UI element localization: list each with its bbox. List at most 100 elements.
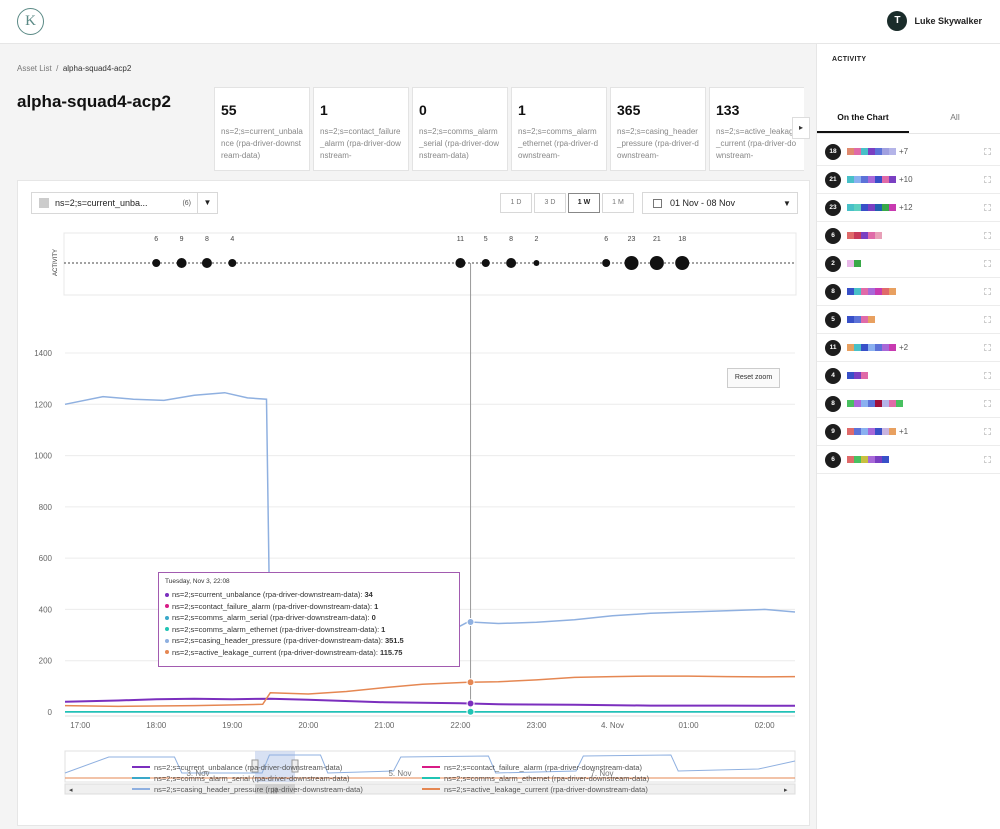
legend-item[interactable]: ns=2;s=contact_failure_alarm (rpa-driver… bbox=[422, 762, 702, 772]
series-swatch bbox=[875, 204, 882, 211]
activity-row[interactable]: 6 bbox=[817, 222, 1000, 250]
sidebar-tabs: On the Chart All bbox=[817, 112, 1000, 134]
series-swatch bbox=[854, 288, 861, 295]
x-tick-label: 22:00 bbox=[450, 721, 471, 730]
legend-swatch bbox=[422, 788, 440, 790]
activity-count-badge: 21 bbox=[825, 171, 841, 188]
expand-icon[interactable] bbox=[984, 232, 991, 239]
reset-zoom-button[interactable]: Reset zoom bbox=[727, 368, 780, 388]
expand-icon[interactable] bbox=[984, 204, 991, 211]
x-tick-label: 01:00 bbox=[679, 721, 700, 730]
expand-icon[interactable] bbox=[984, 260, 991, 267]
expand-icon[interactable] bbox=[984, 176, 991, 183]
legend-swatch bbox=[132, 766, 150, 768]
metric-card[interactable]: 365 ns=2;s=casing_header_pressure (rpa-dr… bbox=[610, 87, 706, 171]
legend-swatch bbox=[132, 777, 150, 779]
legend-item[interactable]: ns=2;s=casing_header_pressure (rpa-drive… bbox=[132, 784, 422, 794]
expand-icon[interactable] bbox=[984, 400, 991, 407]
activity-count-badge: 4 bbox=[825, 367, 841, 384]
activity-row[interactable]: 5 bbox=[817, 306, 1000, 334]
metric-card[interactable]: 0 ns=2;s=comms_alarm_serial (rpa-driver-d… bbox=[412, 87, 508, 171]
series-swatch bbox=[875, 176, 882, 183]
activity-row[interactable]: 23 +12 bbox=[817, 194, 1000, 222]
activity-marker-count: 4 bbox=[230, 236, 234, 243]
metric-value: 133 bbox=[716, 102, 740, 118]
metric-card[interactable]: 1 ns=2;s=comms_alarm_ethernet (rpa-driver… bbox=[511, 87, 607, 171]
legend-label: ns=2;s=contact_failure_alarm (rpa-driver… bbox=[444, 762, 643, 772]
series-swatch bbox=[868, 148, 875, 155]
metric-label: ns=2;s=comms_alarm_ethernet (rpa-driver-… bbox=[518, 127, 599, 160]
metric-card[interactable]: 1 ns=2;s=contact_failure_alarm (rpa-drive… bbox=[313, 87, 409, 171]
metric-card[interactable]: 133 ns=2;s=active_leakage_current (rpa-dr… bbox=[709, 87, 804, 171]
legend-item[interactable]: ns=2;s=active_leakage_current (rpa-drive… bbox=[422, 784, 702, 794]
legend-item[interactable]: ns=2;s=current_unbalance (rpa-driver-dow… bbox=[132, 762, 422, 772]
cards-next-button[interactable]: ▸ bbox=[792, 117, 810, 139]
series-swatch bbox=[861, 232, 868, 239]
activity-count-badge: 11 bbox=[825, 339, 841, 356]
activity-axis-label: ACTIVITY bbox=[53, 249, 59, 276]
series-swatch bbox=[875, 428, 882, 435]
series-swatch bbox=[847, 456, 854, 463]
x-tick-label: 02:00 bbox=[755, 721, 776, 730]
activity-row[interactable]: 4 bbox=[817, 362, 1000, 390]
series-swatch bbox=[875, 232, 882, 239]
expand-icon[interactable] bbox=[984, 428, 991, 435]
line-chart[interactable]: 0 200 400 600 800 1000 1200 1400 17:00 18:00 19:00… bbox=[18, 181, 809, 825]
activity-marker bbox=[481, 259, 490, 267]
activity-count-badge: 5 bbox=[825, 311, 841, 328]
expand-icon[interactable] bbox=[984, 316, 991, 323]
activity-marker bbox=[152, 259, 161, 267]
expand-icon[interactable] bbox=[984, 344, 991, 351]
series-swatch bbox=[854, 204, 861, 211]
legend-item[interactable]: ns=2;s=comms_alarm_serial (rpa-driver-do… bbox=[132, 773, 422, 783]
activity-row[interactable]: 21 +10 bbox=[817, 166, 1000, 194]
app-logo[interactable]: K bbox=[17, 8, 44, 35]
user-menu[interactable]: T Luke Skywalker bbox=[887, 11, 982, 31]
expand-icon[interactable] bbox=[984, 288, 991, 295]
series-swatch bbox=[861, 316, 868, 323]
legend-item[interactable]: ns=2;s=comms_alarm_ethernet (rpa-driver-… bbox=[422, 773, 702, 783]
activity-marker bbox=[533, 260, 540, 266]
activity-row[interactable]: 8 bbox=[817, 278, 1000, 306]
activity-row[interactable]: 2 bbox=[817, 250, 1000, 278]
activity-row[interactable]: 6 bbox=[817, 446, 1000, 474]
tooltip-row: ns=2;s=current_unbalance (rpa-driver-dow… bbox=[165, 589, 453, 601]
activity-row[interactable]: 18 +7 bbox=[817, 138, 1000, 166]
activity-count-badge: 6 bbox=[825, 451, 841, 468]
activity-row[interactable]: 9 +1 bbox=[817, 418, 1000, 446]
activity-marker bbox=[602, 259, 611, 267]
series-swatch bbox=[868, 456, 875, 463]
legend-swatch bbox=[132, 788, 150, 790]
activity-marker-count: 23 bbox=[628, 236, 636, 243]
crosshair-point bbox=[466, 618, 475, 627]
tab-all[interactable]: All bbox=[909, 112, 1000, 133]
breadcrumb-root-link[interactable]: Asset List bbox=[17, 64, 52, 73]
series-swatch bbox=[896, 400, 903, 407]
avatar[interactable]: T bbox=[887, 11, 908, 31]
series-swatch bbox=[854, 232, 861, 239]
activity-marker-count: 8 bbox=[205, 236, 209, 243]
series-swatch bbox=[875, 344, 882, 351]
tooltip-row: ns=2;s=contact_failure_alarm (rpa-driver… bbox=[165, 601, 453, 613]
series-swatch bbox=[847, 204, 854, 211]
legend-label: ns=2;s=casing_header_pressure (rpa-drive… bbox=[154, 784, 363, 794]
series-swatch bbox=[847, 288, 854, 295]
tab-on-the-chart[interactable]: On the Chart bbox=[817, 112, 909, 133]
activity-marker-count: 18 bbox=[678, 236, 686, 243]
metric-card[interactable]: 55 ns=2;s=current_unbalance (rpa-driver-d… bbox=[214, 87, 310, 171]
expand-icon[interactable] bbox=[984, 456, 991, 463]
user-name: Luke Skywalker bbox=[914, 16, 982, 26]
more-count: +12 bbox=[899, 203, 913, 212]
expand-icon[interactable] bbox=[984, 372, 991, 379]
activity-count-badge: 23 bbox=[825, 199, 841, 216]
metric-value: 55 bbox=[221, 102, 237, 118]
legend-label: ns=2;s=comms_alarm_ethernet (rpa-driver-… bbox=[444, 773, 650, 783]
breadcrumb-current: alpha-squad4-acp2 bbox=[62, 64, 132, 73]
expand-icon[interactable] bbox=[984, 148, 991, 155]
activity-row[interactable]: 8 bbox=[817, 390, 1000, 418]
activity-marker bbox=[228, 259, 237, 267]
activity-marker bbox=[201, 258, 212, 268]
activity-row[interactable]: 11 +2 bbox=[817, 334, 1000, 362]
series-swatch bbox=[889, 176, 896, 183]
tooltip-series-value: 1 bbox=[381, 624, 386, 634]
